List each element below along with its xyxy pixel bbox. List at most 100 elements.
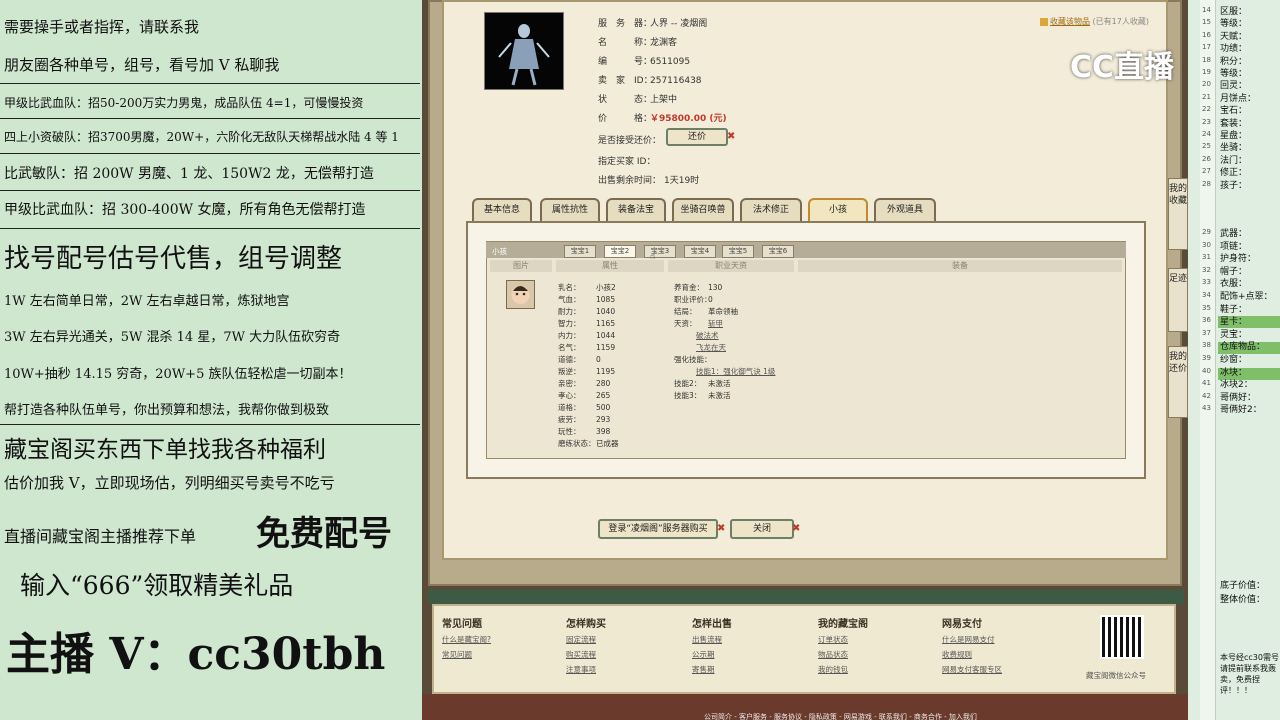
tab-spells[interactable]: 法术修正: [740, 198, 802, 222]
stat-value: 1040: [596, 307, 616, 316]
buy-on-server-button[interactable]: 登录“凌烟阁”服务器购买: [598, 519, 718, 539]
child-stat-row: 名气： 1159: [558, 342, 615, 353]
row-number: 15: [1202, 18, 1211, 27]
sheet-cell[interactable]: 天赋：: [1220, 29, 1247, 42]
close-icon: ✖: [717, 523, 726, 534]
footprint-button[interactable]: 足迹: [1168, 268, 1188, 332]
row-number: 30: [1202, 240, 1211, 249]
footer-link[interactable]: 订单状态: [818, 634, 848, 645]
row-number: 39: [1202, 354, 1211, 362]
counter-offer-button[interactable]: 还价: [666, 128, 728, 146]
row-number: 32: [1202, 265, 1211, 274]
sheet-cell[interactable]: 武器：: [1220, 226, 1247, 239]
price-label: 价 格：: [598, 114, 653, 124]
tab-appearance[interactable]: 外观道具: [874, 198, 936, 222]
stat-label: 亲密：: [558, 379, 581, 388]
my-favorites-button[interactable]: 我的收藏: [1168, 178, 1188, 250]
subtab-baby-2[interactable]: 宝宝2: [604, 245, 636, 258]
row-number: 18: [1202, 55, 1211, 64]
row-number: 23: [1202, 117, 1211, 126]
talent-value[interactable]: 破法术: [696, 331, 719, 340]
sheet-cell[interactable]: 冰块2：: [1220, 377, 1253, 390]
status-label: 状 态：: [598, 95, 653, 105]
sheet-cell[interactable]: 法门：: [1220, 153, 1247, 166]
footer-link[interactable]: 收费规则: [942, 649, 972, 660]
talent-label: 技能3：: [674, 391, 702, 400]
footer-link[interactable]: 寄售期: [692, 664, 715, 675]
sheet-cell[interactable]: 帽子：: [1220, 264, 1247, 277]
footer-link[interactable]: 固定流程: [566, 634, 596, 645]
sheet-cell[interactable]: 项链：: [1220, 239, 1247, 252]
talent-label: 技能2：: [674, 379, 702, 388]
sheet-cell[interactable]: 积分：: [1220, 54, 1247, 67]
promo-heading: 找号配号估号代售，组号调整: [4, 244, 343, 274]
sheet-cell[interactable]: 星盘：: [1220, 128, 1247, 141]
sheet-cell[interactable]: 套装：: [1220, 116, 1247, 129]
seller-row: 卖 家 ID：257116438: [598, 73, 702, 86]
sheet-cell[interactable]: 哥俩好：: [1220, 390, 1256, 403]
footer-link[interactable]: 常见问题: [442, 649, 472, 660]
footer-link[interactable]: 公示期: [692, 649, 715, 660]
my-counter-offers-button[interactable]: 我的还价: [1168, 346, 1188, 418]
talent-value[interactable]: 飞龙在天: [696, 343, 726, 352]
close-button[interactable]: 关闭: [730, 519, 794, 539]
footer-link[interactable]: 物品状态: [818, 649, 848, 660]
tab-child[interactable]: 小孩: [808, 198, 868, 222]
subtab-baby-5[interactable]: 宝宝5: [722, 245, 754, 258]
stat-label: 道德：: [558, 355, 581, 364]
sheet-cell[interactable]: 鞋子：: [1220, 302, 1247, 315]
sheet-cell[interactable]: 星卡：: [1220, 314, 1247, 327]
divider: [0, 118, 420, 119]
sheet-cell[interactable]: 护身符：: [1220, 251, 1256, 264]
tab-basic-info[interactable]: 基本信息: [472, 198, 532, 222]
footer-link[interactable]: 我的钱包: [818, 664, 848, 675]
talent-value[interactable]: 斩甲: [708, 319, 723, 328]
sheet-cell[interactable]: 哥俩好2：: [1220, 402, 1262, 415]
sheet-cell[interactable]: 等级：: [1220, 16, 1247, 29]
child-stat-row: 道格： 500: [558, 402, 610, 413]
sheet-cell[interactable]: 回灵：: [1220, 78, 1247, 91]
child-stat-row: 孝心： 265: [558, 390, 610, 401]
stat-value: 500: [596, 403, 611, 412]
tab-equipment[interactable]: 装备法宝: [606, 198, 666, 222]
talent-value[interactable]: 技能1：强化御气诀 1级: [696, 367, 775, 376]
subtab-baby-3[interactable]: 宝宝3: [644, 245, 676, 258]
sheet-cell[interactable]: 衣服：: [1220, 276, 1247, 289]
promo-line: 四上小资破队：招3700男魔，20W+，六阶化无敌队天梯帮战水陆 4 等 1: [4, 130, 399, 144]
sheet-cell[interactable]: 修正：: [1220, 165, 1247, 178]
sheet-cell[interactable]: 坐骑：: [1220, 140, 1247, 153]
sheet-cell[interactable]: 冰块：: [1220, 365, 1247, 378]
tab-attributes[interactable]: 属性抗性: [540, 198, 600, 222]
row-number: 43: [1202, 404, 1211, 413]
footer-link[interactable]: 网易支付客服专区: [942, 664, 1002, 675]
subtab-baby-1[interactable]: 宝宝1: [564, 245, 596, 258]
sheet-cell[interactable]: 月饼点：: [1220, 91, 1256, 104]
bottom-links[interactable]: 公司简介 - 客户服务 - 服务协议 - 隐私政策 - 网易游戏 - 联系我们 …: [704, 712, 977, 720]
tab-mounts-pets[interactable]: 坐骑召唤兽: [672, 198, 734, 222]
promo-highlight: 免费配号: [256, 514, 392, 554]
footer-link[interactable]: 什么是网易支付: [942, 634, 995, 645]
row-number: 37: [1202, 328, 1211, 337]
footer-link[interactable]: 出售流程: [692, 634, 722, 645]
child-talent-row: 强化技能：: [674, 354, 712, 365]
talent-label: 强化技能：: [674, 355, 712, 364]
sheet-cell[interactable]: 区服：: [1220, 4, 1247, 17]
subtab-baby-4[interactable]: 宝宝4: [684, 245, 716, 258]
sheet-cell[interactable]: 等级：: [1220, 66, 1247, 79]
sheet-cell[interactable]: 仓库物品：: [1220, 339, 1265, 352]
subtab-baby-6[interactable]: 宝宝6: [762, 245, 794, 258]
sheet-cell[interactable]: 配饰+点翠：: [1220, 289, 1273, 302]
footer-link[interactable]: 购买流程: [566, 649, 596, 660]
qr-code-icon: [1100, 615, 1144, 659]
row-number: 31: [1202, 253, 1211, 262]
sheet-cell[interactable]: 功绩：: [1220, 41, 1247, 54]
favorite-link[interactable]: 收藏该物品 (已有17人收藏): [1040, 16, 1149, 27]
footer-link[interactable]: 什么是藏宝阁?: [442, 634, 491, 645]
id-label: 编 号：: [598, 57, 653, 67]
footer-link[interactable]: 注意事项: [566, 664, 596, 675]
sheet-cell[interactable]: 孩子：: [1220, 178, 1247, 191]
sheet-cell[interactable]: 灵宝：: [1220, 327, 1247, 340]
sheet-cell[interactable]: 宝石：: [1220, 103, 1247, 116]
sheet-cell[interactable]: 纱窗：: [1220, 352, 1247, 365]
child-talent-row: 技能1：强化御气诀 1级: [674, 366, 775, 377]
